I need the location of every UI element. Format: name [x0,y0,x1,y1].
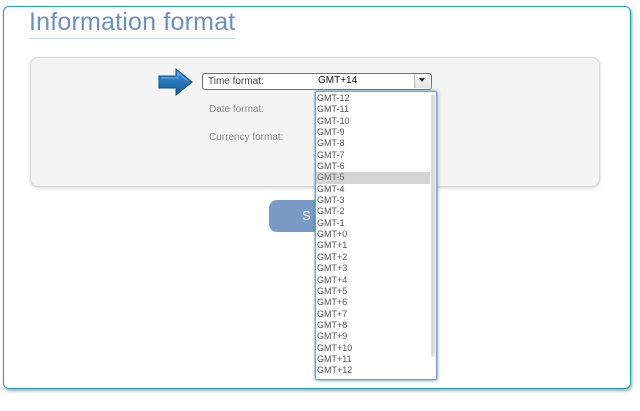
dropdown-option[interactable]: GMT+0 [316,229,430,240]
dropdown-option[interactable]: GMT-9 [316,127,430,138]
time-format-dropdown-list: GMT-12 GMT-11 GMT-10 GMT-9 GMT-8 GMT-7 GMT-6 GM… [315,91,437,380]
currency-format-label: Currency format: [209,132,284,143]
dropdown-option[interactable]: GMT-3 [316,195,430,206]
option-list: GMT-12 GMT-11 GMT-10 GMT-9 GMT-8 GMT-7 GMT-6 GM… [316,92,436,377]
dropdown-option[interactable]: GMT-11 [316,104,430,115]
dropdown-option[interactable]: GMT-8 [316,138,430,149]
dropdown-option[interactable]: GMT+7 [316,309,430,320]
scrollbar-thumb[interactable] [431,95,435,355]
dropdown-option[interactable]: GMT+5 [316,286,430,297]
dropdown-option[interactable]: GMT+3 [316,263,430,274]
dropdown-option[interactable]: GMT-4 [316,184,430,195]
dropdown-option[interactable]: GMT+4 [316,275,430,286]
date-format-label: Date format: [209,104,265,115]
dropdown-option[interactable]: GMT-2 [316,206,430,217]
dropdown-option[interactable]: GMT-12 [316,93,430,104]
dropdown-option[interactable]: GMT+12 [316,365,430,376]
dropdown-option[interactable]: GMT+11 [316,354,430,365]
dropdown-option[interactable]: GMT+9 [316,331,430,342]
dropdown-option[interactable]: GMT-7 [316,150,430,161]
time-format-dropdown-button[interactable] [414,74,430,88]
dropdown-option[interactable]: GMT+6 [316,297,430,308]
time-format-label: Time format: [208,76,264,87]
dropdown-option[interactable]: GMT+10 [316,343,430,354]
chevron-down-icon [419,78,425,82]
arrow-right-icon [158,68,193,96]
dropdown-option[interactable]: GMT+2 [316,252,430,263]
dropdown-option[interactable]: GMT-1 [316,218,430,229]
time-format-select[interactable]: GMT+14 [318,75,357,86]
dropdown-option[interactable]: GMT+8 [316,320,430,331]
dropdown-option[interactable]: GMT+1 [316,240,430,251]
page-title: Information format [29,8,236,39]
dropdown-option[interactable]: GMT-5 [316,172,430,184]
dropdown-option[interactable]: GMT-10 [316,116,430,127]
dropdown-option[interactable]: GMT-6 [316,161,430,172]
